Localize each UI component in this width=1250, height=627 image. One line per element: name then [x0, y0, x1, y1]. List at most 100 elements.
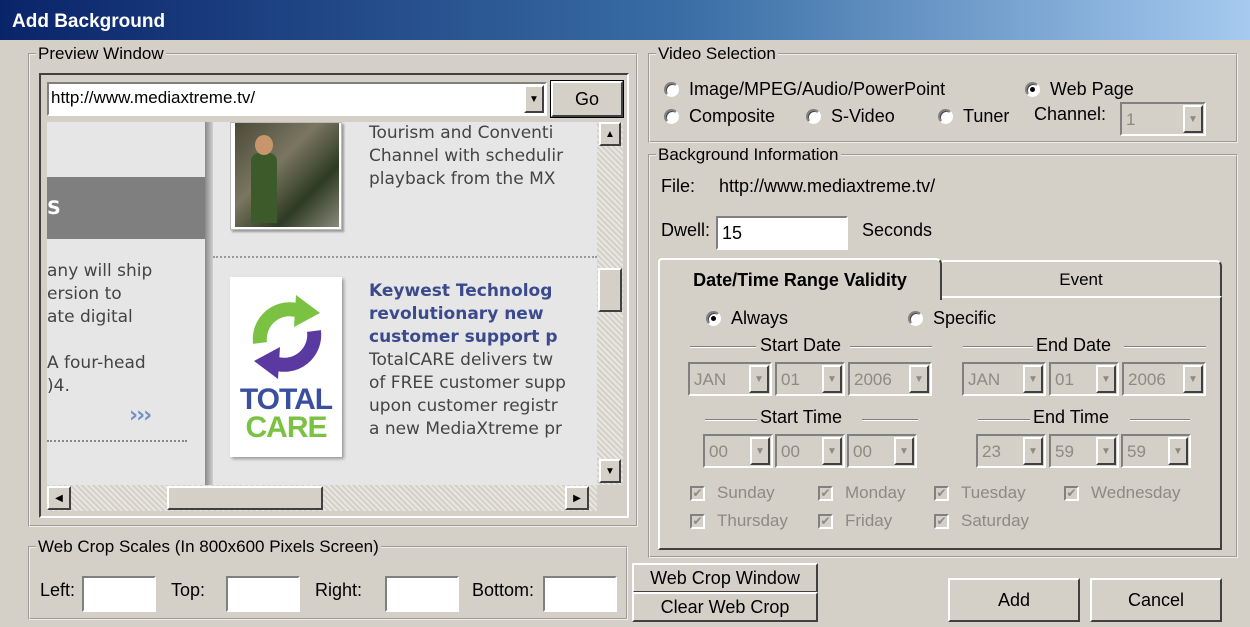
web-photo — [230, 122, 342, 230]
crop-bottom-input[interactable] — [543, 576, 617, 612]
radio-web-page-dot[interactable] — [1025, 82, 1040, 97]
chevron-down-icon: ▼ — [754, 373, 764, 385]
start-month-select: JAN ▼ — [688, 362, 772, 396]
checkbox-saturday: ✔ Saturday — [934, 511, 1029, 531]
vertical-scroll-thumb[interactable] — [598, 268, 622, 312]
radio-always-label: Always — [731, 308, 789, 328]
radio-image-mpeg-dot[interactable] — [664, 82, 679, 97]
radio-composite[interactable]: Composite — [664, 106, 775, 127]
checkbox-wednesday-label: Wednesday — [1091, 483, 1181, 502]
radio-s-video-dot[interactable] — [806, 109, 821, 124]
radio-tuner-dot[interactable] — [938, 109, 953, 124]
recycle-arrows-icon — [252, 295, 322, 379]
radio-composite-dot[interactable] — [664, 109, 679, 124]
end-date-sep-right — [1124, 346, 1206, 348]
crop-left-label: Left: — [40, 580, 76, 600]
channel-select: 1 ▼ — [1120, 102, 1206, 136]
file-value: http://www.mediaxtreme.tv/ — [719, 176, 936, 196]
chevron-down-icon: ▼ — [1101, 445, 1111, 457]
web-item2-title-2[interactable]: revolutionary new — [369, 303, 544, 326]
radio-tuner[interactable]: Tuner — [938, 106, 1009, 127]
clear-web-crop-button[interactable]: Clear Web Crop — [632, 592, 818, 622]
web-left-line-6: )4. — [47, 376, 70, 396]
url-dropdown-button[interactable]: ▼ — [524, 85, 544, 113]
radio-image-mpeg[interactable]: Image/MPEG/Audio/PowerPoint — [664, 79, 945, 100]
url-input[interactable] — [51, 88, 511, 108]
radio-web-page-label: Web Page — [1050, 79, 1134, 99]
check-icon: ✔ — [934, 513, 949, 529]
dwell-input[interactable] — [716, 216, 848, 250]
chevron-down-icon: ▼ — [899, 445, 909, 457]
crop-right-input[interactable] — [385, 576, 459, 612]
web-divider — [213, 256, 597, 258]
start-hour-value: 00 — [709, 442, 728, 461]
file-label: File: — [661, 176, 696, 196]
crop-top-input[interactable] — [226, 576, 300, 612]
video-selection-legend: Video Selection — [658, 44, 776, 63]
scroll-up-button[interactable]: ▲ — [599, 122, 621, 146]
radio-web-page[interactable]: Web Page — [1025, 79, 1134, 100]
url-combobox[interactable]: ▼ — [47, 82, 547, 116]
web-left-divider — [47, 440, 187, 442]
web-item2-body-2: of FREE customer supp — [369, 373, 566, 393]
cancel-button[interactable]: Cancel — [1090, 578, 1222, 622]
tab-date-time-validity[interactable]: Date/Time Range Validity — [658, 258, 942, 300]
scroll-down-button[interactable]: ▼ — [599, 459, 621, 483]
web-crop-window-button[interactable]: Web Crop Window — [632, 563, 818, 593]
chevron-down-icon: ▼ — [1028, 373, 1038, 385]
checkbox-friday: ✔ Friday — [818, 511, 892, 531]
tab-event[interactable]: Event — [940, 260, 1222, 298]
check-icon: ✔ — [934, 485, 949, 501]
scroll-right-icon: ▶ — [573, 492, 581, 504]
horizontal-scroll-thumb[interactable] — [167, 486, 323, 510]
web-item1-line-3: playback from the MX — [369, 169, 556, 189]
radio-composite-label: Composite — [689, 106, 776, 126]
radio-s-video[interactable]: S-Video — [806, 106, 895, 127]
chevron-down-icon: ▼ — [1028, 445, 1038, 457]
crop-left-input[interactable] — [82, 576, 156, 612]
crop-top-label: Top: — [171, 580, 206, 600]
crop-bottom-label: Bottom: — [472, 580, 535, 600]
web-left-header-text: S — [47, 197, 61, 219]
start-month-value: JAN — [694, 370, 727, 389]
channel-dropdown-button: ▼ — [1183, 105, 1203, 133]
seconds-label: Seconds — [862, 220, 933, 240]
web-left-line-2: ersion to — [47, 284, 122, 304]
web-item2-title-1[interactable]: Keywest Technolog — [369, 280, 552, 303]
scroll-right-button[interactable]: ▶ — [565, 486, 589, 510]
checkbox-tuesday-label: Tuesday — [961, 483, 1026, 502]
web-left-chevrons[interactable]: ››› — [129, 403, 152, 428]
go-button[interactable]: Go — [550, 80, 624, 118]
web-item2-title-3[interactable]: customer support p — [369, 326, 558, 349]
web-preview[interactable]: S any will ship ersion to ate digital A … — [47, 122, 597, 485]
start-date-sep-right — [850, 346, 932, 348]
start-date-label: Start Date — [760, 335, 842, 355]
end-minute-select: 59 ▼ — [1049, 434, 1119, 468]
start-day-dropdown: ▼ — [822, 365, 842, 393]
radio-always-dot[interactable] — [706, 311, 721, 326]
end-year-value: 2006 — [1128, 370, 1166, 389]
horizontal-scrollbar[interactable]: ◀ ▶ — [47, 485, 597, 511]
start-time-sep-right — [862, 419, 918, 421]
web-item1-line-1: Tourism and Conventi — [369, 123, 554, 143]
checkbox-saturday-label: Saturday — [961, 511, 1030, 530]
scroll-left-button[interactable]: ◀ — [47, 486, 71, 510]
start-day-select: 01 ▼ — [775, 362, 845, 396]
radio-specific[interactable]: Specific — [908, 308, 996, 329]
start-second-dropdown: ▼ — [894, 437, 914, 465]
vertical-scrollbar[interactable]: ▲ ▼ — [597, 122, 623, 485]
checkbox-sunday-label: Sunday — [717, 483, 775, 502]
end-day-select: 01 ▼ — [1049, 362, 1119, 396]
radio-always[interactable]: Always — [706, 308, 788, 329]
end-day-dropdown: ▼ — [1096, 365, 1116, 393]
add-button[interactable]: Add — [948, 578, 1080, 622]
scroll-up-icon: ▲ — [605, 128, 615, 140]
start-hour-dropdown: ▼ — [750, 437, 770, 465]
dwell-label: Dwell: — [661, 220, 711, 240]
radio-specific-dot[interactable] — [908, 311, 923, 326]
chevron-down-icon: ▼ — [1101, 373, 1111, 385]
channel-label: Channel: — [1034, 104, 1107, 124]
scroll-down-icon: ▼ — [605, 465, 615, 477]
check-icon: ✔ — [818, 485, 833, 501]
web-left-shadow — [205, 122, 213, 485]
